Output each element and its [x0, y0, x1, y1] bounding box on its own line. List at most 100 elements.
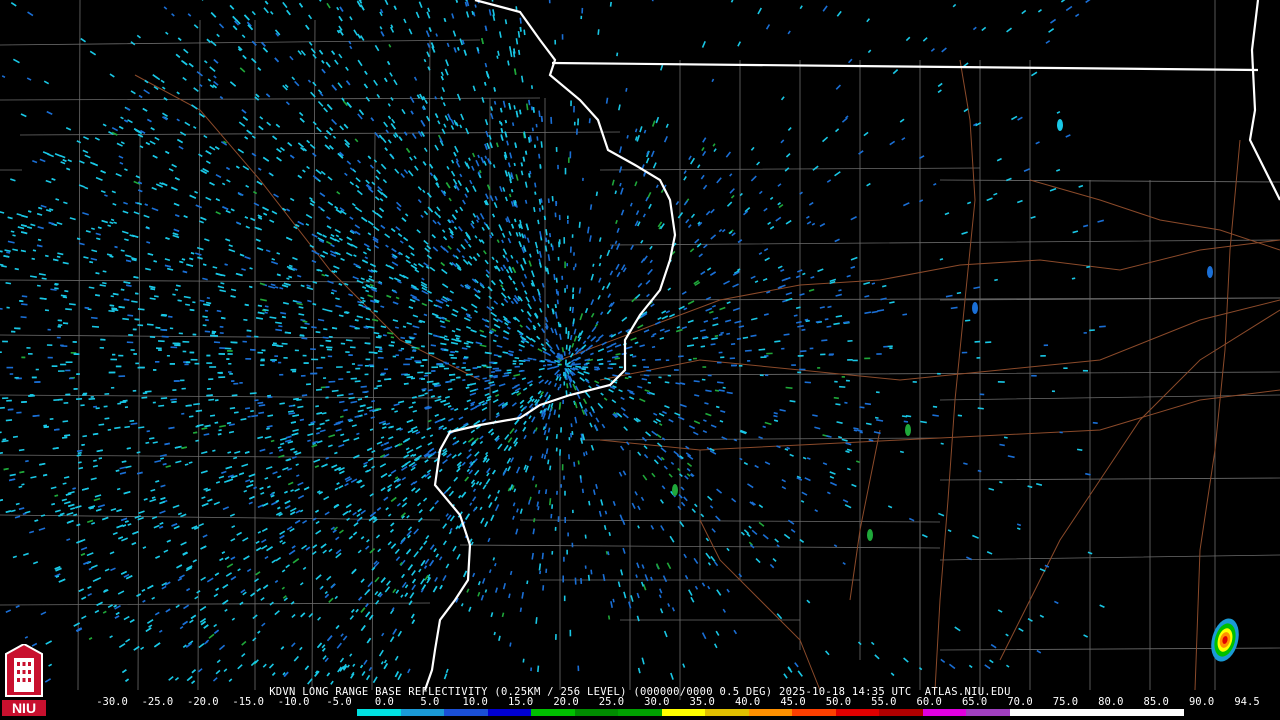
echo-speck: [58, 324, 63, 327]
echo-speck: [365, 358, 371, 361]
echo-speck: [564, 375, 567, 379]
echo-speck: [292, 370, 297, 373]
echo-speck: [665, 359, 670, 362]
echo-speck: [126, 341, 134, 344]
echo-speck: [702, 366, 707, 368]
echo-speck: [219, 332, 224, 334]
echo-speck: [564, 517, 566, 523]
echo-speck: [306, 383, 311, 386]
echo-speck: [797, 371, 802, 374]
echo-speck: [56, 336, 61, 339]
echo-speck: [272, 342, 277, 345]
echo-speck: [65, 393, 71, 396]
legend-tick-label: -5.0: [326, 696, 352, 708]
echo-speck: [231, 380, 235, 382]
echo-speck: [29, 394, 34, 396]
echo-speck: [132, 389, 137, 392]
echo-speck: [211, 332, 216, 335]
echo-speck: [93, 405, 98, 408]
echo-speck: [985, 341, 992, 344]
echo-speck: [260, 364, 265, 366]
echo-speck: [34, 381, 41, 383]
echo-speck: [310, 348, 316, 351]
echo-speck: [283, 357, 288, 359]
echo-speck: [152, 401, 156, 404]
echo-speck: [465, 369, 471, 371]
legend-tick-label: -30.0: [96, 696, 128, 708]
echo-speck: [718, 351, 723, 354]
echo-speck: [170, 346, 178, 349]
echo-speck: [436, 363, 443, 365]
echo-speck: [290, 368, 297, 371]
echo-speck: [228, 363, 232, 365]
echo-speck: [582, 177, 584, 181]
legend-tick-label: 0.0: [374, 696, 394, 708]
logo-text: NIU: [12, 700, 36, 716]
echo-speck: [791, 364, 796, 366]
echo-speck: [99, 346, 104, 349]
echo-speck: [847, 359, 853, 361]
storm-cell: [867, 529, 873, 541]
echo-speck: [817, 367, 821, 369]
echo-speck: [759, 374, 764, 377]
echo-speck: [1031, 374, 1037, 377]
echo-speck: [377, 350, 383, 353]
echo-speck: [566, 549, 568, 555]
echo-speck: [580, 15, 583, 20]
echo-speck: [554, 212, 557, 218]
echo-speck: [561, 34, 564, 40]
legend-tick-labels: -30.0 -25.0 -20.0 -15.0 -10.0 -5.0 0.0 5.0 10.0 1…: [90, 696, 1259, 708]
echo-speck: [132, 328, 137, 331]
echo-speck: [558, 214, 561, 221]
echo-speck: [257, 351, 263, 354]
echo-speck: [567, 157, 570, 163]
echo-speck: [377, 380, 381, 382]
echo-speck: [1082, 369, 1088, 372]
echo-speck: [346, 371, 351, 373]
echo-speck: [667, 374, 671, 377]
echo-speck: [443, 367, 450, 370]
echo-speck: [181, 387, 186, 390]
echo-speck: [463, 356, 469, 359]
legend-tick-label: 30.0: [644, 696, 670, 708]
echo-speck: [551, 550, 554, 555]
echo-speck: [226, 358, 230, 360]
echo-speck: [417, 371, 424, 374]
echo-speck: [319, 344, 324, 347]
echo-speck: [110, 358, 118, 361]
echo-speck: [618, 366, 623, 369]
echo-speck: [173, 380, 180, 382]
echo-speck: [76, 373, 80, 375]
echo-speck: [476, 366, 482, 368]
echo-speck: [219, 347, 226, 349]
echo-speck: [302, 354, 307, 357]
echo-speck: [461, 366, 466, 369]
echo-speck: [323, 377, 327, 379]
echo-speck: [559, 449, 561, 456]
echo-speck: [688, 358, 692, 361]
echo-speck: [717, 361, 722, 364]
echo-speck: [560, 484, 563, 488]
echo-speck: [364, 365, 370, 367]
echo-speck: [974, 340, 981, 343]
echo-speck: [692, 357, 697, 360]
echo-speck: [548, 0, 551, 4]
echo-speck: [731, 364, 737, 367]
echo-speck: [542, 364, 547, 367]
echo-speck: [834, 380, 838, 383]
echo-speck: [797, 354, 804, 357]
echo-speck: [565, 344, 568, 350]
echo-speck: [573, 252, 575, 256]
echo-speck: [206, 387, 211, 390]
echo-speck: [561, 275, 564, 280]
echo-speck: [180, 379, 185, 382]
echo-speck: [130, 349, 135, 351]
echo-speck: [481, 364, 487, 367]
echo-speck: [547, 363, 552, 366]
echo-speck: [35, 368, 39, 371]
echo-speck: [569, 151, 572, 159]
echo-speck: [327, 355, 333, 358]
echo-speck: [562, 399, 564, 404]
echo-speck: [512, 362, 517, 365]
echo-speck: [554, 526, 557, 531]
